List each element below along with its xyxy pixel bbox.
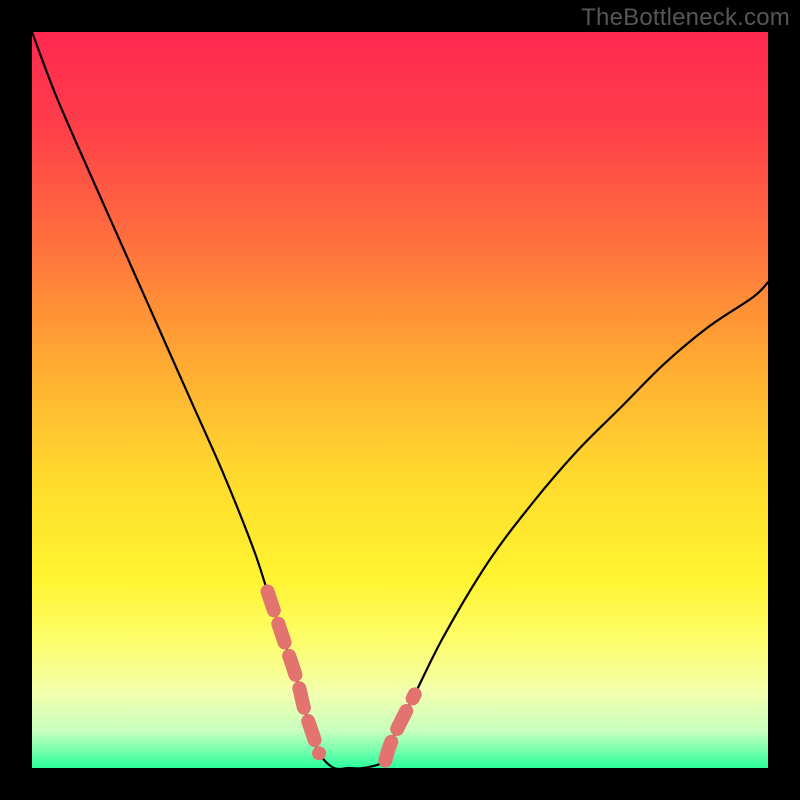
chart-container: TheBottleneck.com <box>0 0 800 800</box>
bottleneck-chart <box>0 0 800 800</box>
watermark-text: TheBottleneck.com <box>581 4 790 32</box>
gradient-background <box>32 32 768 768</box>
